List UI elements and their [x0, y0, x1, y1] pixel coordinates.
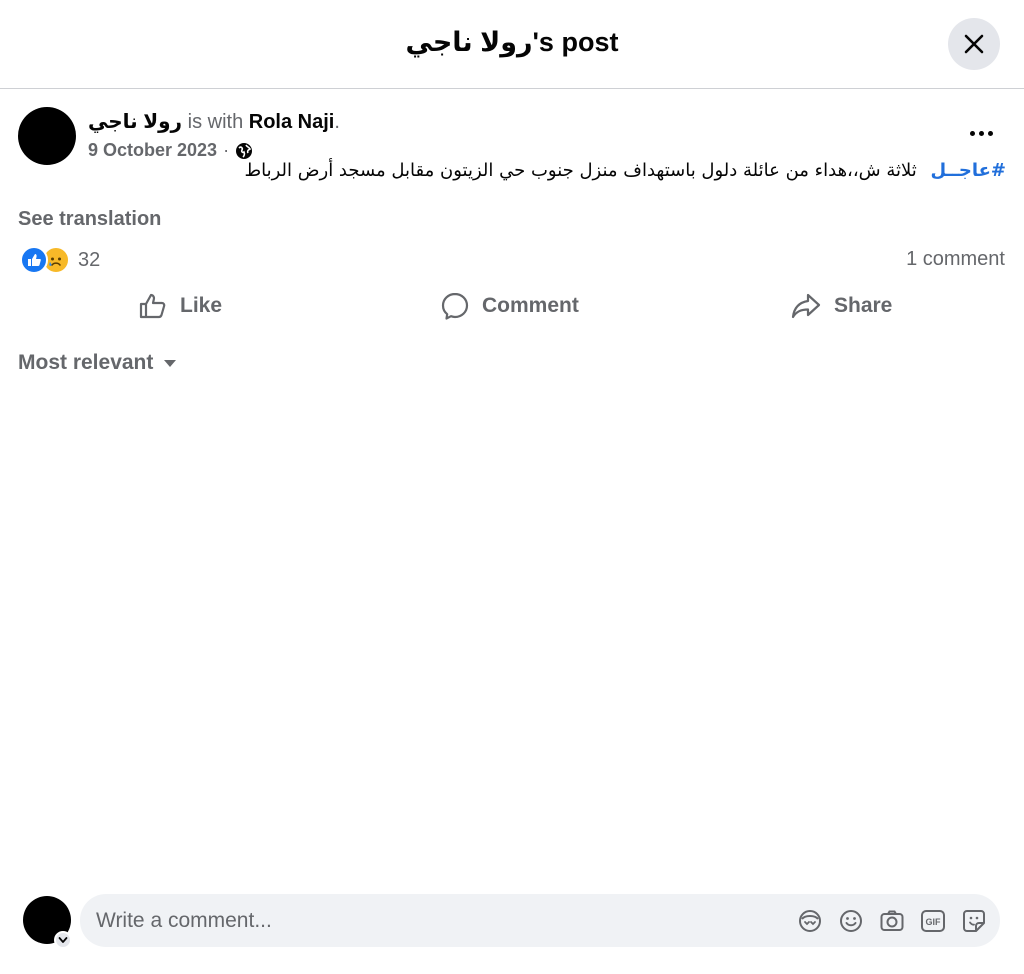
- gif-button[interactable]: GIF: [920, 908, 946, 934]
- author-name[interactable]: رولا ناجي: [88, 111, 182, 133]
- avatar-sticker-button[interactable]: [797, 908, 823, 934]
- sticker-button[interactable]: [961, 908, 987, 934]
- globe-icon: [236, 142, 253, 159]
- thumbs-up-icon: [139, 293, 166, 319]
- post-date[interactable]: 9 October 2023: [88, 140, 217, 161]
- share-arrow-icon: [791, 293, 821, 319]
- see-translation-link[interactable]: See translation: [18, 208, 161, 231]
- period: .: [334, 111, 340, 133]
- chevron-down-icon: [58, 937, 68, 943]
- caret-down-icon: [164, 360, 177, 367]
- author-line: رولا ناجي is with Rola Naji.: [88, 109, 340, 134]
- post-text: #عاجــل ثلاثة ش،،هداء من عائلة دلول باست…: [244, 160, 1006, 181]
- meta-separator: ·: [223, 140, 230, 160]
- page-title: رولا ناجي's post: [405, 27, 619, 57]
- share-button[interactable]: Share: [790, 286, 892, 326]
- svg-text:GIF: GIF: [926, 917, 942, 927]
- close-icon: [964, 34, 984, 54]
- like-label: Like: [180, 294, 223, 317]
- post-meta: 9 October 2023 ·: [88, 140, 253, 161]
- reactions-summary[interactable]: 32: [20, 246, 100, 274]
- comment-button[interactable]: Comment: [440, 286, 579, 326]
- with-text: is with: [182, 111, 249, 133]
- dot-icon: [987, 130, 993, 136]
- emoji-button[interactable]: [838, 908, 864, 934]
- share-label: Share: [834, 294, 893, 317]
- reaction-count: 32: [78, 248, 101, 271]
- more-options-button[interactable]: [962, 120, 1000, 146]
- hashtag-link[interactable]: #عاجــل: [931, 160, 1006, 181]
- dialog-header: رولا ناجي's post: [0, 0, 1024, 89]
- dot-icon: [978, 130, 984, 136]
- sort-label: Most relevant: [18, 351, 154, 374]
- comment-bubble-icon: [441, 292, 469, 320]
- comment-sort-dropdown[interactable]: Most relevant: [18, 351, 177, 375]
- avatar-sticker-icon: [799, 910, 821, 932]
- camera-button[interactable]: [879, 908, 905, 934]
- sticker-icon: [963, 910, 985, 932]
- profile-switcher-badge[interactable]: [54, 931, 72, 949]
- author-avatar[interactable]: [18, 107, 76, 165]
- dot-icon: [969, 130, 975, 136]
- comment-label: Comment: [482, 294, 579, 317]
- comment-input[interactable]: [96, 894, 776, 947]
- comment-composer: GIF: [80, 894, 1000, 947]
- tagged-name[interactable]: Rola Naji: [249, 111, 335, 133]
- gif-icon: GIF: [921, 910, 945, 932]
- like-button[interactable]: Like: [138, 286, 222, 326]
- camera-icon: [880, 910, 904, 931]
- like-icon: [20, 246, 48, 274]
- close-button[interactable]: [948, 18, 1000, 70]
- comment-count-link[interactable]: 1 comment: [906, 248, 1005, 271]
- emoji-icon: [840, 910, 862, 932]
- post-body: ثلاثة ش،،هداء من عائلة دلول باستهداف منز…: [244, 160, 917, 181]
